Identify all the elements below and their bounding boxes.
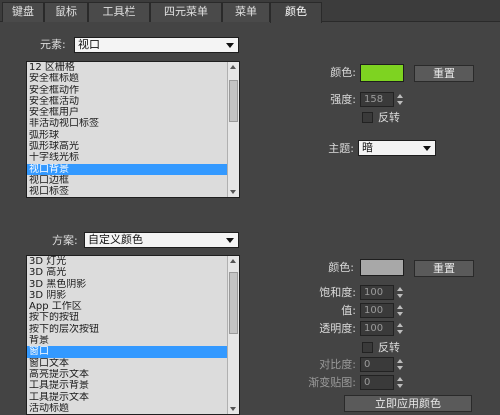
theme-dropdown[interactable]: 暗 <box>358 140 436 156</box>
element-color-label: 颜色: <box>330 66 356 79</box>
tab-colors[interactable]: 颜色 <box>270 2 322 23</box>
tab-mouse[interactable]: 鼠标 <box>44 2 88 22</box>
elements-list-item[interactable]: 十字线光标 <box>27 152 227 163</box>
elements-list-item[interactable]: 12 区栅格 <box>27 62 227 73</box>
scroll-up-icon[interactable] <box>230 259 236 263</box>
spinner-down-icon[interactable] <box>397 330 403 334</box>
tab-keyboard[interactable]: 键盘 <box>2 2 44 22</box>
elements-list-item[interactable]: 安全框用户 <box>27 107 227 118</box>
scheme-list-scrollbar[interactable] <box>227 256 239 414</box>
scheme-list-item[interactable]: 3D 高光 <box>27 267 227 278</box>
tab-menus[interactable]: 菜单 <box>222 2 270 22</box>
spinner-down-icon[interactable] <box>397 366 403 370</box>
chevron-down-icon <box>226 238 234 243</box>
scheme-list-item[interactable]: 背景 <box>27 335 227 346</box>
scheme-color-label: 颜色: <box>328 261 354 274</box>
saturation-label: 饱和度: <box>319 286 356 299</box>
intensity-label: 强度: <box>330 93 356 106</box>
spinner-up-icon[interactable] <box>397 377 403 381</box>
spinner-up-icon[interactable] <box>397 305 403 309</box>
tab-toolbars[interactable]: 工具栏 <box>88 2 150 22</box>
elements-dropdown[interactable]: 视口 <box>74 37 239 53</box>
chevron-down-icon <box>423 146 431 151</box>
scheme-dropdown-value: 自定义颜色 <box>88 233 143 246</box>
scheme-list-item[interactable]: App 工作区 <box>27 301 227 312</box>
elements-list-item[interactable]: 安全框标题 <box>27 73 227 84</box>
transparency-label: 透明度: <box>319 322 356 335</box>
elements-list-item[interactable]: 安全框活动 <box>27 96 227 107</box>
value-label: 值: <box>341 304 356 317</box>
contrast-label: 对比度: <box>319 358 356 371</box>
spinner-up-icon[interactable] <box>397 94 403 98</box>
spinner-down-icon[interactable] <box>397 312 403 316</box>
scroll-thumb[interactable] <box>229 80 238 122</box>
elements-label: 元素: <box>40 38 66 51</box>
value-input[interactable]: 100 <box>360 303 394 318</box>
scheme-list-item[interactable]: 3D 黑色阴影 <box>27 279 227 290</box>
scroll-down-icon[interactable] <box>230 190 236 194</box>
saturation-spinner[interactable] <box>396 285 404 300</box>
elements-list-item[interactable]: 视口背景 <box>27 163 227 175</box>
elements-dropdown-value: 视口 <box>78 38 100 51</box>
elements-list-item[interactable]: 弧形球高光 <box>27 141 227 152</box>
scheme-invert-label: 反转 <box>378 341 400 354</box>
gradient-map-input[interactable]: 0 <box>360 375 394 390</box>
theme-label: 主题: <box>328 142 354 155</box>
saturation-input[interactable]: 100 <box>360 285 394 300</box>
scroll-thumb[interactable] <box>229 272 238 334</box>
element-invert-label: 反转 <box>378 111 400 124</box>
scheme-list-item[interactable]: 工具提示文本 <box>27 392 227 403</box>
element-reset-button[interactable]: 重置 <box>414 65 474 82</box>
scheme-list-item[interactable]: 按下的按钮 <box>27 312 227 323</box>
scheme-color-swatch[interactable] <box>360 259 404 276</box>
chevron-down-icon <box>226 43 234 48</box>
elements-list-item[interactable]: 视口边框 <box>27 175 227 186</box>
scheme-label: 方案: <box>52 234 78 247</box>
scheme-list-item[interactable]: 窗口文本 <box>27 358 227 369</box>
spinner-up-icon[interactable] <box>397 359 403 363</box>
elements-list-item[interactable]: 非活动视口标签 <box>27 118 227 129</box>
tab-quad-menus[interactable]: 四元菜单 <box>150 2 222 22</box>
scheme-dropdown[interactable]: 自定义颜色 <box>84 232 239 248</box>
tab-bar: 键盘 鼠标 工具栏 四元菜单 菜单 颜色 <box>0 0 500 23</box>
spinner-down-icon[interactable] <box>397 384 403 388</box>
intensity-spinner[interactable] <box>396 92 404 107</box>
theme-dropdown-value: 暗 <box>362 141 373 154</box>
transparency-spinner[interactable] <box>396 321 404 336</box>
intensity-input[interactable]: 158 <box>360 92 394 107</box>
scheme-reset-button[interactable]: 重置 <box>414 260 474 277</box>
scheme-list-item[interactable]: 窗口 <box>27 346 227 358</box>
spinner-down-icon[interactable] <box>397 101 403 105</box>
scheme-list-item[interactable]: 3D 灯光 <box>27 256 227 267</box>
scheme-invert-checkbox[interactable] <box>362 342 373 353</box>
scroll-down-icon[interactable] <box>230 407 236 411</box>
elements-list-item[interactable]: 弧形球 <box>27 130 227 141</box>
value-spinner[interactable] <box>396 303 404 318</box>
spinner-up-icon[interactable] <box>397 287 403 291</box>
scheme-list-item[interactable]: 活动标题 <box>27 403 227 414</box>
contrast-spinner[interactable] <box>396 357 404 372</box>
scheme-list-item[interactable]: 工具提示背景 <box>27 380 227 391</box>
elements-list-scrollbar[interactable] <box>227 62 239 197</box>
elements-list-item[interactable]: 安全框动作 <box>27 85 227 96</box>
spinner-up-icon[interactable] <box>397 323 403 327</box>
element-color-swatch[interactable] <box>360 64 404 82</box>
apply-colors-button[interactable]: 立即应用颜色 <box>344 395 472 412</box>
gradient-map-label: 渐变贴图: <box>308 376 356 389</box>
scheme-list[interactable]: 3D 灯光 3D 高光 3D 黑色阴影 3D 阴影 App 工作区 按下的按钮 按下的层次按… <box>26 255 240 415</box>
elements-list[interactable]: 12 区栅格 安全框标题 安全框动作 安全框活动 安全框用户 非活动视口标签 弧形球 弧形球高… <box>26 61 240 198</box>
transparency-input[interactable]: 100 <box>360 321 394 336</box>
scheme-list-item[interactable]: 按下的层次按钮 <box>27 324 227 335</box>
spinner-down-icon[interactable] <box>397 294 403 298</box>
scheme-list-item[interactable]: 3D 阴影 <box>27 290 227 301</box>
gradient-map-spinner[interactable] <box>396 375 404 390</box>
scheme-list-item[interactable]: 高亮提示文本 <box>27 369 227 380</box>
contrast-input[interactable]: 0 <box>360 357 394 372</box>
element-invert-checkbox[interactable] <box>362 112 373 123</box>
scroll-up-icon[interactable] <box>230 65 236 69</box>
elements-list-item[interactable]: 视口标签 <box>27 186 227 197</box>
